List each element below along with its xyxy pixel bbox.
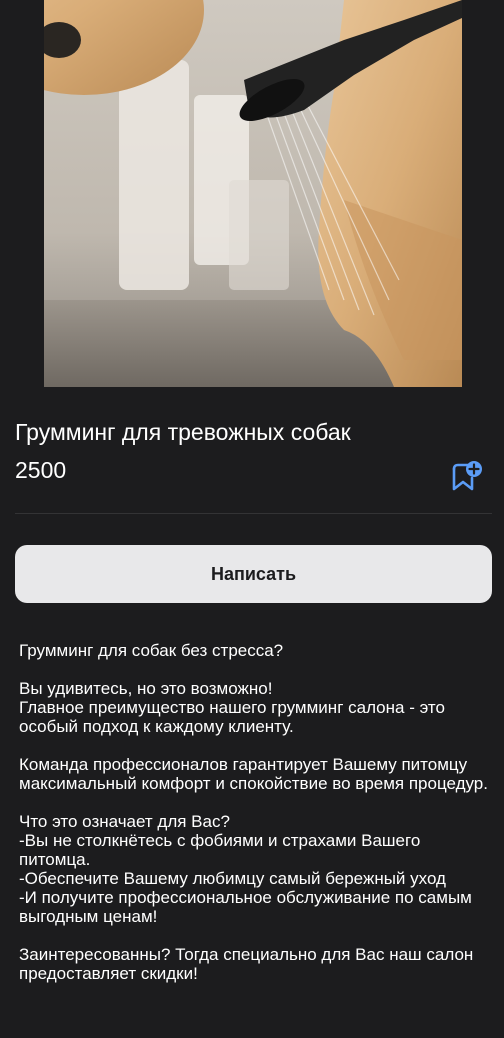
- divider: [15, 513, 492, 514]
- photo-area: [0, 0, 504, 387]
- description-paragraph: Команда профессионалов гарантирует Вашем…: [19, 755, 488, 793]
- write-button[interactable]: Написать: [15, 545, 492, 603]
- listing-price: 2500: [15, 457, 67, 483]
- listing-description: Грумминг для собак без стресса? Вы удиви…: [19, 641, 489, 1002]
- description-paragraph: Вы удивитесь, но это возможно! Главное п…: [19, 679, 445, 736]
- listing-title: Грумминг для тревожных собак: [15, 419, 351, 445]
- description-paragraph: Заинтересованны? Тогда специально для Ва…: [19, 945, 474, 983]
- description-paragraph: Грумминг для собак без стресса?: [19, 641, 284, 660]
- description-paragraph: Что это означает для Вас? -Вы не столкнё…: [19, 812, 472, 926]
- bookmark-add-icon[interactable]: [449, 460, 485, 494]
- listing-photo[interactable]: [44, 0, 462, 387]
- listing-page: Грумминг для тревожных собак 2500 Написа…: [0, 0, 504, 1038]
